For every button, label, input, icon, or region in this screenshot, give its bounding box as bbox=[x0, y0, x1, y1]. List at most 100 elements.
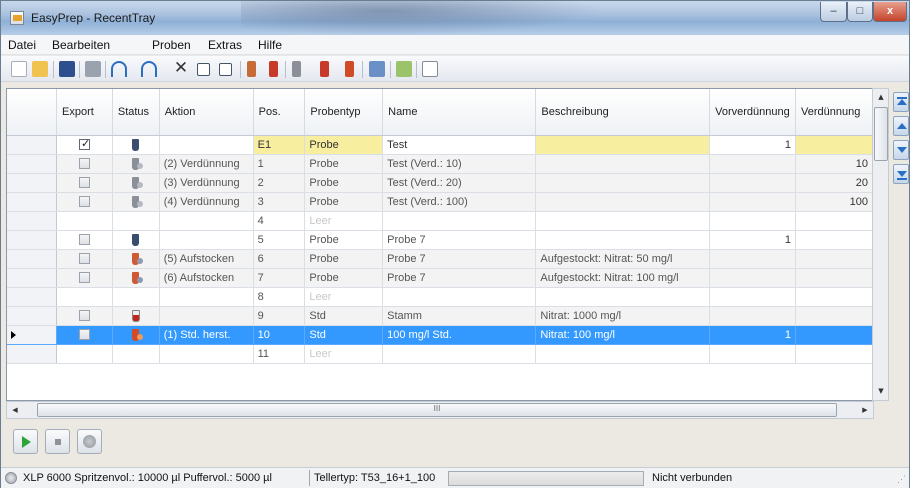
vorverduennung-cell[interactable] bbox=[709, 344, 797, 364]
aktion-cell[interactable] bbox=[159, 344, 254, 364]
col-name[interactable]: Name bbox=[382, 89, 537, 136]
aktion-cell[interactable]: (5) Aufstocken bbox=[159, 249, 254, 269]
start-button[interactable] bbox=[13, 429, 38, 454]
export-checkbox[interactable] bbox=[78, 329, 90, 341]
export-cell[interactable] bbox=[56, 154, 113, 174]
close-button[interactable]: x bbox=[873, 2, 907, 22]
aktion-cell[interactable] bbox=[159, 135, 254, 155]
print-icon[interactable] bbox=[85, 61, 101, 77]
probentyp-cell[interactable]: Leer bbox=[304, 287, 384, 307]
pos-cell[interactable]: 11 bbox=[253, 344, 306, 364]
table-row[interactable]: (4) Verdünnung 3 Probe Test (Verd.: 100) 100 bbox=[7, 192, 873, 212]
move-up-icon[interactable] bbox=[893, 116, 909, 136]
list-icon[interactable] bbox=[422, 61, 438, 77]
name-cell[interactable] bbox=[382, 211, 537, 231]
row-header[interactable] bbox=[7, 230, 58, 250]
aktion-cell[interactable]: (3) Verdünnung bbox=[159, 173, 254, 193]
scroll-right-icon[interactable]: ▶ bbox=[857, 403, 873, 417]
name-cell[interactable]: Test (Verd.: 20) bbox=[382, 173, 537, 193]
verduennung-cell[interactable] bbox=[795, 230, 873, 250]
vorverduennung-cell[interactable] bbox=[709, 154, 797, 174]
col-status[interactable]: Status bbox=[112, 89, 160, 136]
export-checkbox[interactable] bbox=[78, 234, 90, 246]
probentyp-cell[interactable]: Probe bbox=[304, 135, 384, 155]
verduennung-cell[interactable] bbox=[795, 268, 873, 288]
export-cell[interactable] bbox=[56, 135, 113, 155]
vorverduennung-cell[interactable] bbox=[709, 249, 797, 269]
probentyp-cell[interactable]: Leer bbox=[304, 211, 384, 231]
uncheck-all-icon[interactable] bbox=[219, 63, 232, 76]
beschreibung-cell[interactable] bbox=[535, 344, 711, 364]
vertical-scrollbar[interactable]: ▲ ▼ bbox=[872, 88, 889, 401]
dilution-icon[interactable] bbox=[247, 61, 256, 77]
pos-cell[interactable]: 10 bbox=[253, 325, 306, 345]
undo-icon[interactable] bbox=[111, 61, 127, 77]
export-cell[interactable] bbox=[56, 173, 113, 193]
name-cell[interactable]: Stamm bbox=[382, 306, 537, 326]
export-cell[interactable] bbox=[56, 230, 113, 250]
save-icon[interactable] bbox=[59, 61, 75, 77]
vorverduennung-cell[interactable] bbox=[709, 268, 797, 288]
probentyp-cell[interactable]: Std bbox=[304, 306, 384, 326]
minimize-button[interactable]: – bbox=[820, 2, 847, 22]
aktion-cell[interactable] bbox=[159, 230, 254, 250]
redo-icon[interactable] bbox=[141, 61, 157, 77]
export-checkbox[interactable] bbox=[78, 253, 90, 265]
verduennung-cell[interactable] bbox=[795, 325, 873, 345]
verduennung-cell[interactable] bbox=[795, 287, 873, 307]
row-header[interactable] bbox=[7, 249, 58, 269]
delete-icon[interactable]: ✕ bbox=[173, 59, 189, 77]
row-header[interactable] bbox=[7, 192, 58, 212]
row-header[interactable] bbox=[7, 154, 58, 174]
beschreibung-cell[interactable] bbox=[535, 287, 711, 307]
standard-icon[interactable] bbox=[345, 61, 354, 77]
col-probentyp[interactable]: Probentyp bbox=[304, 89, 384, 136]
move-down-icon[interactable] bbox=[893, 140, 909, 160]
pos-cell[interactable]: 9 bbox=[253, 306, 306, 326]
col-verduennung[interactable]: Verdünnung bbox=[795, 89, 873, 136]
name-cell[interactable]: Test (Verd.: 100) bbox=[382, 192, 537, 212]
vorverduennung-cell[interactable]: 1 bbox=[709, 230, 797, 250]
beschreibung-cell[interactable] bbox=[535, 192, 711, 212]
export-checkbox[interactable] bbox=[78, 177, 90, 189]
pos-cell[interactable]: E1 bbox=[253, 135, 306, 155]
probentyp-cell[interactable]: Probe bbox=[304, 230, 384, 250]
export-cell[interactable] bbox=[56, 268, 113, 288]
vorverduennung-cell[interactable]: 1 bbox=[709, 325, 797, 345]
sample-grid[interactable]: Export Status Aktion Pos. Probentyp Name… bbox=[6, 88, 874, 401]
horizontal-scrollbar[interactable]: ◀ III ▶ bbox=[6, 401, 874, 419]
pos-cell[interactable]: 8 bbox=[253, 287, 306, 307]
probentyp-cell[interactable]: Probe bbox=[304, 268, 384, 288]
beschreibung-cell[interactable]: Aufgestockt: Nitrat: 50 mg/l bbox=[535, 249, 711, 269]
pos-cell[interactable]: 6 bbox=[253, 249, 306, 269]
col-vorverduennung[interactable]: Vorverdünnung bbox=[709, 89, 797, 136]
menu-hilfe[interactable]: Hilfe bbox=[258, 38, 282, 52]
aktion-cell[interactable]: (1) Std. herst. bbox=[159, 325, 254, 345]
verduennung-cell[interactable]: 10 bbox=[795, 154, 873, 174]
name-cell[interactable]: 100 mg/l Std. bbox=[382, 325, 537, 345]
row-header[interactable] bbox=[7, 268, 58, 288]
pos-cell[interactable]: 4 bbox=[253, 211, 306, 231]
scroll-down-icon[interactable]: ▼ bbox=[874, 383, 888, 399]
export-cell[interactable] bbox=[56, 249, 113, 269]
row-header[interactable] bbox=[7, 306, 58, 326]
beschreibung-cell[interactable] bbox=[535, 230, 711, 250]
beschreibung-cell[interactable]: Nitrat: 100 mg/l bbox=[535, 325, 711, 345]
open-icon[interactable] bbox=[32, 61, 48, 77]
pos-cell[interactable]: 3 bbox=[253, 192, 306, 212]
export-cell[interactable] bbox=[56, 192, 113, 212]
table-row[interactable]: 11 Leer bbox=[7, 344, 873, 364]
stop-button[interactable] bbox=[45, 429, 70, 454]
col-aktion[interactable]: Aktion bbox=[159, 89, 254, 136]
table-row[interactable]: (5) Aufstocken 6 Probe Probe 7 Aufgestockt: … bbox=[7, 249, 873, 269]
probentyp-cell[interactable]: Leer bbox=[304, 344, 384, 364]
beschreibung-cell[interactable] bbox=[535, 135, 711, 155]
spike-dropdown-icon[interactable] bbox=[320, 61, 329, 77]
verduennung-cell[interactable] bbox=[795, 135, 873, 155]
export-cell[interactable] bbox=[56, 344, 113, 364]
aktion-cell[interactable] bbox=[159, 306, 254, 326]
verduennung-cell[interactable] bbox=[795, 306, 873, 326]
pos-cell[interactable]: 1 bbox=[253, 154, 306, 174]
aktion-cell[interactable]: (2) Verdünnung bbox=[159, 154, 254, 174]
row-header[interactable] bbox=[7, 135, 58, 155]
